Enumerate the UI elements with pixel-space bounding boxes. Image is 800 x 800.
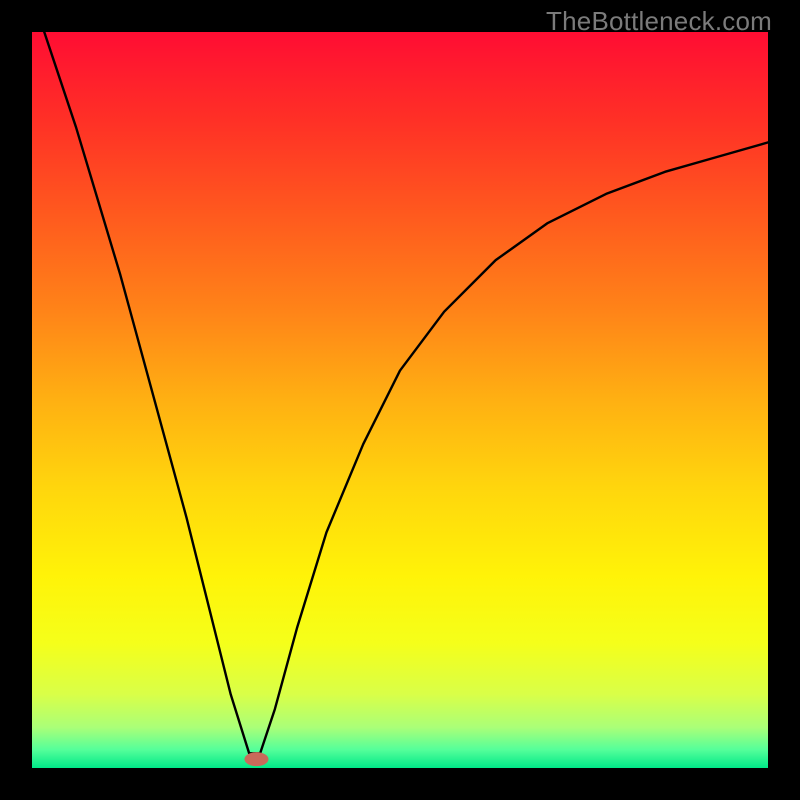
gradient-background	[32, 32, 768, 768]
chart-frame	[32, 32, 768, 768]
optimal-point-marker	[244, 752, 268, 766]
bottleneck-chart	[32, 32, 768, 768]
